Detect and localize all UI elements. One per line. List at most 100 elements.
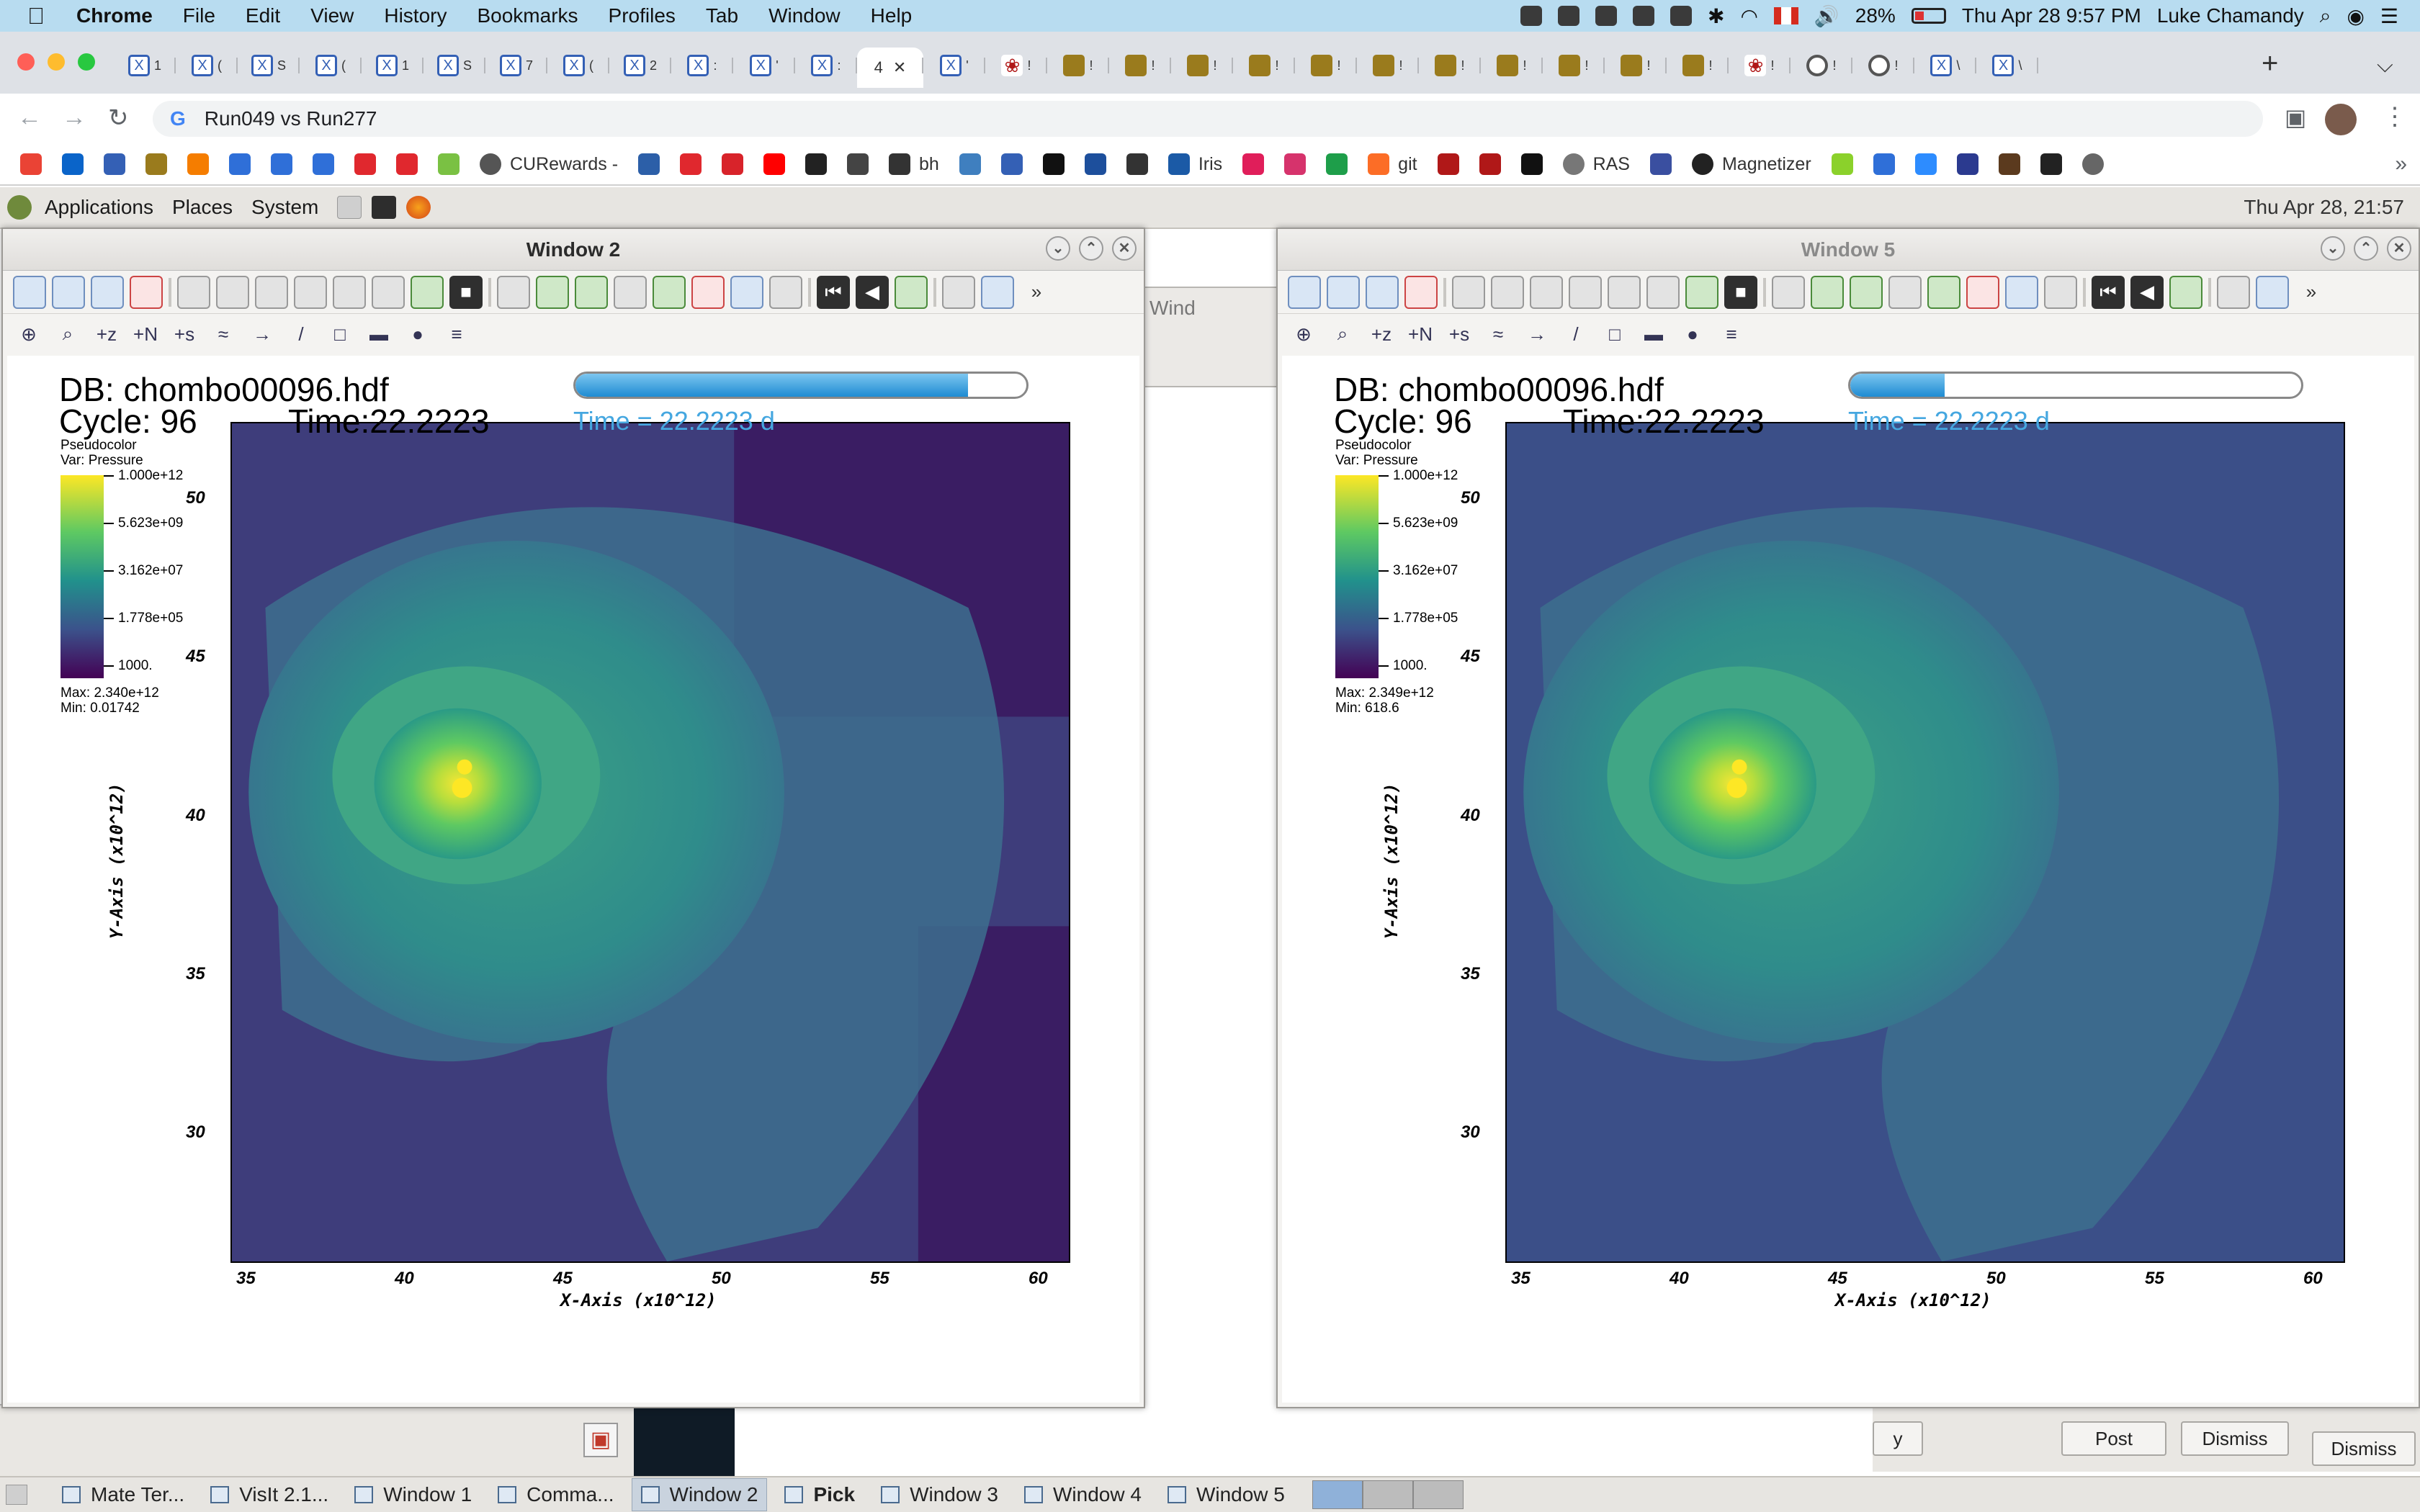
spin-icon[interactable] [1685, 275, 1718, 309]
browser-tab[interactable]: ! [1357, 48, 1419, 84]
canada-flag-icon[interactable] [1773, 7, 1798, 24]
omnibox[interactable]: G Run049 vs Run277 [153, 101, 2263, 137]
bookmark-bh[interactable]: bh [889, 153, 939, 175]
navigate-icon[interactable]: ⊕ [13, 318, 45, 350]
layout-1x2-icon[interactable] [216, 275, 249, 309]
bookmark-a[interactable] [1873, 153, 1895, 175]
browser-tab[interactable]: ! [1481, 48, 1543, 84]
maximize-icon[interactable]: ⌃ [1079, 236, 1103, 261]
bookmark-plus[interactable] [1326, 153, 1348, 175]
pick-s-icon[interactable]: +s [169, 318, 200, 350]
browser-tab[interactable]: X( [300, 48, 362, 84]
tab-search-icon[interactable]: ⌵ [2377, 53, 2393, 78]
apple-icon[interactable]:  [27, 3, 45, 30]
menu-system[interactable]: System [251, 196, 318, 219]
bookmark-doc[interactable] [1956, 153, 1978, 175]
battery-percent[interactable]: 28% [1855, 4, 1896, 27]
zoom-icon[interactable]: ⌕ [52, 318, 84, 350]
bookmark-cal[interactable] [1649, 153, 1672, 175]
bookmark-curewards[interactable]: CURewards - [480, 153, 618, 175]
layout-2x4-icon[interactable] [1608, 275, 1641, 309]
new-window-icon[interactable] [52, 275, 85, 309]
profile-avatar[interactable] [2325, 104, 2357, 135]
browser-tab[interactable]: X( [547, 48, 609, 84]
taskbar-item-comma[interactable]: Comma... [489, 1478, 622, 1511]
y-button-fragment[interactable]: y [1873, 1421, 1923, 1456]
pseudocolor-plot[interactable] [230, 422, 1070, 1263]
eye-icon[interactable] [1632, 6, 1654, 26]
close-icon[interactable]: ✕ [2387, 236, 2411, 261]
browser-tab[interactable]: X1 [114, 48, 176, 84]
browser-tab[interactable]: ! [1047, 48, 1109, 84]
spotlight-search-icon[interactable]: ⌕ [2320, 4, 2331, 28]
invert-icon[interactable]: ■ [449, 275, 483, 309]
delete-window-icon[interactable] [130, 275, 163, 309]
bluetooth-icon[interactable]: ✱ [1708, 4, 1724, 28]
browser-tab[interactable]: XS [424, 48, 485, 84]
gnome-foot-icon[interactable] [7, 195, 32, 220]
bookmark-paw[interactable] [1479, 153, 1501, 175]
bookmark-yt[interactable] [763, 153, 786, 175]
close-tab-icon[interactable]: ✕ [893, 58, 906, 77]
camera-icon[interactable] [1888, 275, 1922, 309]
browser-tab[interactable]: ! [1109, 48, 1171, 84]
browser-tab[interactable]: ! [1791, 48, 1852, 84]
browser-tab[interactable]: ❀! [985, 48, 1047, 84]
clone-window-icon[interactable] [91, 275, 124, 309]
firefox-icon[interactable] [406, 196, 431, 219]
save-image-icon[interactable] [1927, 275, 1960, 309]
pick-n-icon[interactable]: +N [1404, 318, 1436, 350]
sliders-icon[interactable]: ≡ [1716, 318, 1747, 350]
layout-1x1-icon[interactable] [1452, 275, 1485, 309]
url-text[interactable]: Run049 vs Run277 [205, 107, 377, 130]
minimize-icon[interactable]: ⌄ [1046, 236, 1070, 261]
bookmark-blue[interactable] [638, 153, 660, 175]
bookmark-a[interactable] [313, 153, 334, 175]
lineout-icon[interactable]: ≈ [207, 318, 239, 350]
tab-active[interactable]: 4 ✕ [857, 48, 923, 88]
browser-tab[interactable]: ! [1852, 48, 1914, 84]
lock-view-icon[interactable] [691, 275, 725, 309]
minimize-window-button[interactable] [48, 53, 65, 71]
bookmark-sun[interactable] [145, 153, 167, 175]
menu-file[interactable]: File [183, 4, 215, 27]
bookmark-iris[interactable]: Iris [1168, 153, 1222, 175]
close-icon[interactable]: ✕ [1112, 236, 1137, 261]
show-desktop-icon[interactable] [6, 1485, 27, 1505]
bookmark-outlook[interactable] [62, 153, 84, 175]
taskbar-item-mate-ter[interactable]: Mate Ter... [53, 1478, 193, 1511]
bookmark-gear[interactable] [1126, 153, 1148, 175]
browser-tab[interactable]: ! [1419, 48, 1481, 84]
line-tool-icon[interactable]: / [285, 318, 317, 350]
file-manager-icon[interactable] [337, 196, 362, 219]
browser-tab[interactable]: X( [176, 48, 238, 84]
bookmark-x[interactable] [1000, 153, 1023, 175]
bookmark-a[interactable] [229, 153, 251, 175]
bookmark-ads[interactable] [396, 153, 418, 175]
bookmark-qr2[interactable] [847, 153, 869, 175]
browser-tab[interactable]: X ' [923, 48, 985, 84]
bookmark-tsn[interactable] [354, 153, 376, 175]
navigate-icon[interactable]: ⊕ [1288, 318, 1319, 350]
plane-tool-icon[interactable]: ▬ [363, 318, 395, 350]
layout-3x3-icon[interactable] [372, 275, 405, 309]
browser-tab[interactable]: ❀! [1729, 48, 1791, 84]
browser-tab[interactable]: X1 [362, 48, 424, 84]
menu-bookmarks[interactable]: Bookmarks [477, 4, 578, 27]
pick-z-icon[interactable]: +z [1366, 318, 1397, 350]
invert-icon[interactable]: ■ [1724, 275, 1757, 309]
dismiss-button[interactable]: Dismiss [2181, 1421, 2289, 1456]
plane-tool-icon[interactable]: ▬ [1638, 318, 1670, 350]
line-tool-icon[interactable]: / [1560, 318, 1592, 350]
bookmark-star2[interactable] [1284, 153, 1307, 175]
browser-tab[interactable]: X \ [1914, 48, 1976, 84]
toolbar-overflow-icon[interactable]: » [2295, 276, 2328, 309]
time-slider[interactable] [573, 372, 1028, 399]
wifi-icon[interactable]: ◠ [1740, 4, 1757, 28]
bookmark-qr[interactable] [805, 153, 828, 175]
pick-icon[interactable] [2217, 275, 2250, 309]
browser-tab[interactable]: X: [671, 48, 733, 84]
zoom-icon[interactable]: ⌕ [1327, 318, 1358, 350]
pick-n-icon[interactable]: +N [130, 318, 161, 350]
side-panel-icon[interactable]: ▣ [2285, 104, 2306, 131]
